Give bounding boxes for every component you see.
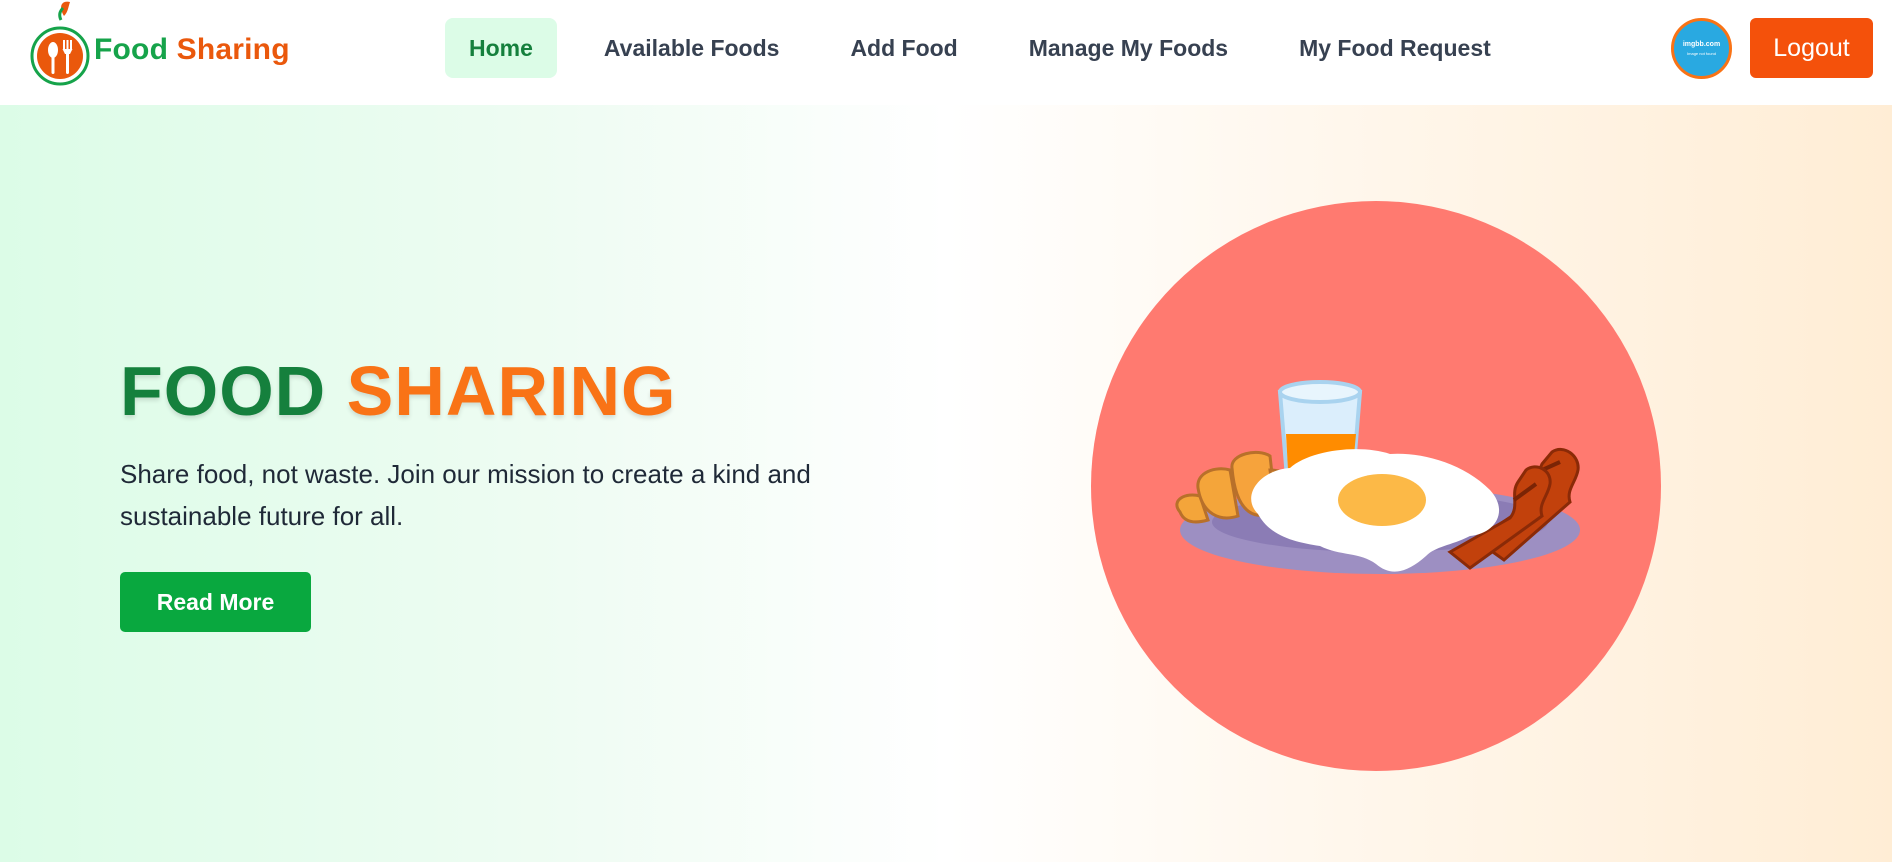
- food-sharing-logo-icon: [28, 0, 92, 100]
- nav-available-foods[interactable]: Available Foods: [580, 18, 804, 78]
- read-more-button[interactable]: Read More: [120, 572, 311, 632]
- hero-section: FOOD SHARING Share food, not waste. Join…: [0, 105, 1892, 862]
- nav-home[interactable]: Home: [445, 18, 557, 78]
- hero-title: FOOD SHARING: [120, 351, 676, 431]
- avatar-image-subtext: Image not found: [1687, 50, 1716, 56]
- hero-subtitle: Share food, not waste. Join our mission …: [120, 459, 811, 531]
- brand-logo-link[interactable]: Food Sharing: [28, 0, 290, 100]
- navbar: Food Sharing Home Available Foods Add Fo…: [0, 0, 1892, 105]
- nav-add-food[interactable]: Add Food: [826, 18, 981, 78]
- logout-button[interactable]: Logout: [1750, 18, 1873, 78]
- hero-title-food: FOOD: [120, 352, 327, 430]
- main-nav: Home Available Foods Add Food Manage My …: [445, 18, 1538, 78]
- brand-word-food: Food: [94, 33, 169, 66]
- breakfast-plate-icon: [1090, 200, 1662, 772]
- brand-word-sharing: Sharing: [176, 33, 290, 66]
- hero-title-sharing: SHARING: [346, 352, 677, 430]
- nav-manage-my-foods[interactable]: Manage My Foods: [1005, 18, 1252, 78]
- user-avatar[interactable]: imgbb.com Image not found: [1671, 18, 1732, 79]
- brand-name: Food Sharing: [94, 33, 290, 67]
- avatar-image-text: imgbb.com: [1682, 40, 1721, 48]
- nav-my-food-request[interactable]: My Food Request: [1275, 18, 1515, 78]
